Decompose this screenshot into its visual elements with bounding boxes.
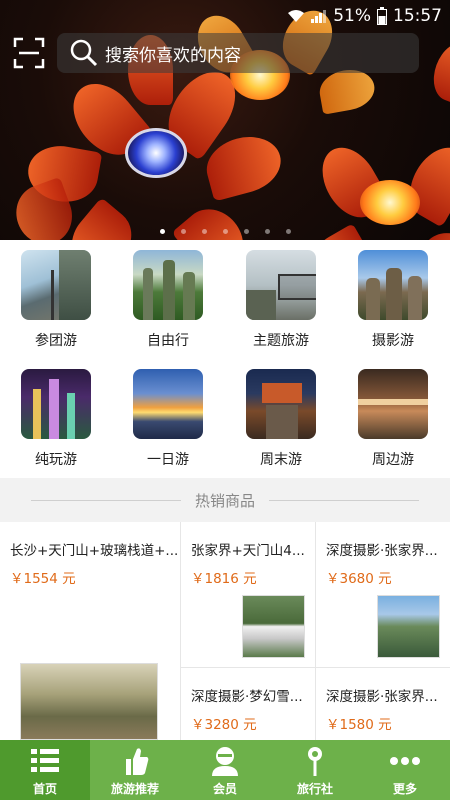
product-price: ￥1554 元 [10,571,76,587]
divider [269,499,419,501]
sunset-clouds-photo [133,369,203,439]
glass-walkway-photo [21,250,91,320]
carousel-dot[interactable] [180,229,186,234]
category-label: 一日游 [147,452,189,468]
nav-recommend[interactable]: 旅游推荐 [90,740,180,800]
nav-label: 首页 [32,782,57,796]
cliff-platform-photo [246,250,316,320]
divider [180,522,181,740]
user-icon [212,747,238,776]
product-price: ￥1580 元 [326,717,392,733]
location-pin-icon [308,747,322,776]
product-name: 深度摄影·张家界... [326,543,438,559]
product-name: 深度摄影·张家界... [326,689,438,705]
scan-icon[interactable] [13,37,45,69]
product-price: ￥1816 元 [191,571,257,587]
cave-interior-photo [358,369,428,439]
product-card[interactable]: 深度摄影·张家界... ￥3680 元 [316,522,450,667]
product-image [20,663,158,740]
section-title: 热销商品 [194,491,255,510]
category-pure-fun[interactable]: 纯玩游 [0,359,112,478]
carousel-dot[interactable] [159,229,165,234]
category-label: 摄影游 [372,333,414,349]
category-free-travel[interactable]: 自由行 [112,240,224,359]
category-group-tour[interactable]: 参团游 [0,240,112,359]
divider [30,499,181,501]
carousel-dot[interactable] [243,229,249,234]
list-icon [31,749,59,772]
search-placeholder: 搜索你喜欢的内容 [105,45,241,66]
carousel-dot[interactable] [201,229,207,234]
category-label: 周边游 [372,452,414,468]
product-list: 长沙+天门山+玻璃栈道+... ￥1554 元 张家界+天门山4... ￥181… [0,522,450,740]
category-label: 自由行 [147,333,189,349]
category-label: 纯玩游 [35,452,77,468]
category-grid: 参团游 自由行 主题旅游 摄影游 纯玩游 一日游 周末游 周边游 [0,240,450,478]
carousel-indicators [0,229,450,234]
carousel-dot[interactable] [222,229,228,234]
category-label: 参团游 [35,333,77,349]
nav-home[interactable]: 首页 [0,740,90,800]
product-price: ￥3680 元 [326,571,392,587]
more-dots-icon [390,757,420,765]
nav-agency[interactable]: 旅行社 [270,740,360,800]
nav-label: 会员 [212,782,237,796]
rock-pillars-photo [358,250,428,320]
nav-member[interactable]: 会员 [180,740,270,800]
battery-icon [377,7,387,25]
status-bar: 51% 15:57 [0,0,450,32]
product-card[interactable]: 长沙+天门山+玻璃栈道+... ￥1554 元 [0,522,180,740]
old-town-night-photo [246,369,316,439]
clock: 15:57 [393,6,442,26]
category-label: 主题旅游 [253,333,309,349]
search-input[interactable]: 搜索你喜欢的内容 [57,33,419,73]
product-card[interactable]: 张家界+天门山4... ￥1816 元 [181,522,315,667]
nav-label: 更多 [392,782,417,796]
nav-label: 旅行社 [296,782,333,796]
divider [181,667,450,668]
cave-lights-photo [21,369,91,439]
nav-more[interactable]: 更多 [360,740,450,800]
mountain-peaks-photo [133,250,203,320]
bottom-nav: 首页 旅游推荐 会员 旅行社 更多 [0,740,450,800]
carousel-dot[interactable] [264,229,270,234]
product-name: 长沙+天门山+玻璃栈道+... [10,543,179,559]
product-image [242,595,305,658]
product-card[interactable]: 深度摄影·梦幻雪... ￥3280 元 [181,668,315,740]
hot-products-header: 热销商品 [0,478,450,522]
category-day-trip[interactable]: 一日游 [112,359,224,478]
category-weekend[interactable]: 周末游 [225,359,337,478]
product-image [377,595,440,658]
thumbs-up-icon [126,748,149,775]
category-photography[interactable]: 摄影游 [337,240,449,359]
nav-label: 旅游推荐 [110,782,159,796]
banner-carousel[interactable]: 51% 15:57 搜索你喜欢的内容 [0,0,450,240]
product-name: 张家界+天门山4... [191,543,305,559]
category-nearby[interactable]: 周边游 [337,359,449,478]
category-theme-travel[interactable]: 主题旅游 [225,240,337,359]
product-name: 深度摄影·梦幻雪... [191,689,303,705]
signal-icon [311,10,327,23]
product-card[interactable]: 深度摄影·张家界... ￥1580 元 [316,668,450,740]
battery-percent: 51% [333,6,371,26]
category-label: 周末游 [260,452,302,468]
product-price: ￥3280 元 [191,717,257,733]
carousel-dot[interactable] [285,229,291,234]
divider [315,522,316,740]
wifi-icon [288,10,305,22]
search-icon [70,39,98,67]
